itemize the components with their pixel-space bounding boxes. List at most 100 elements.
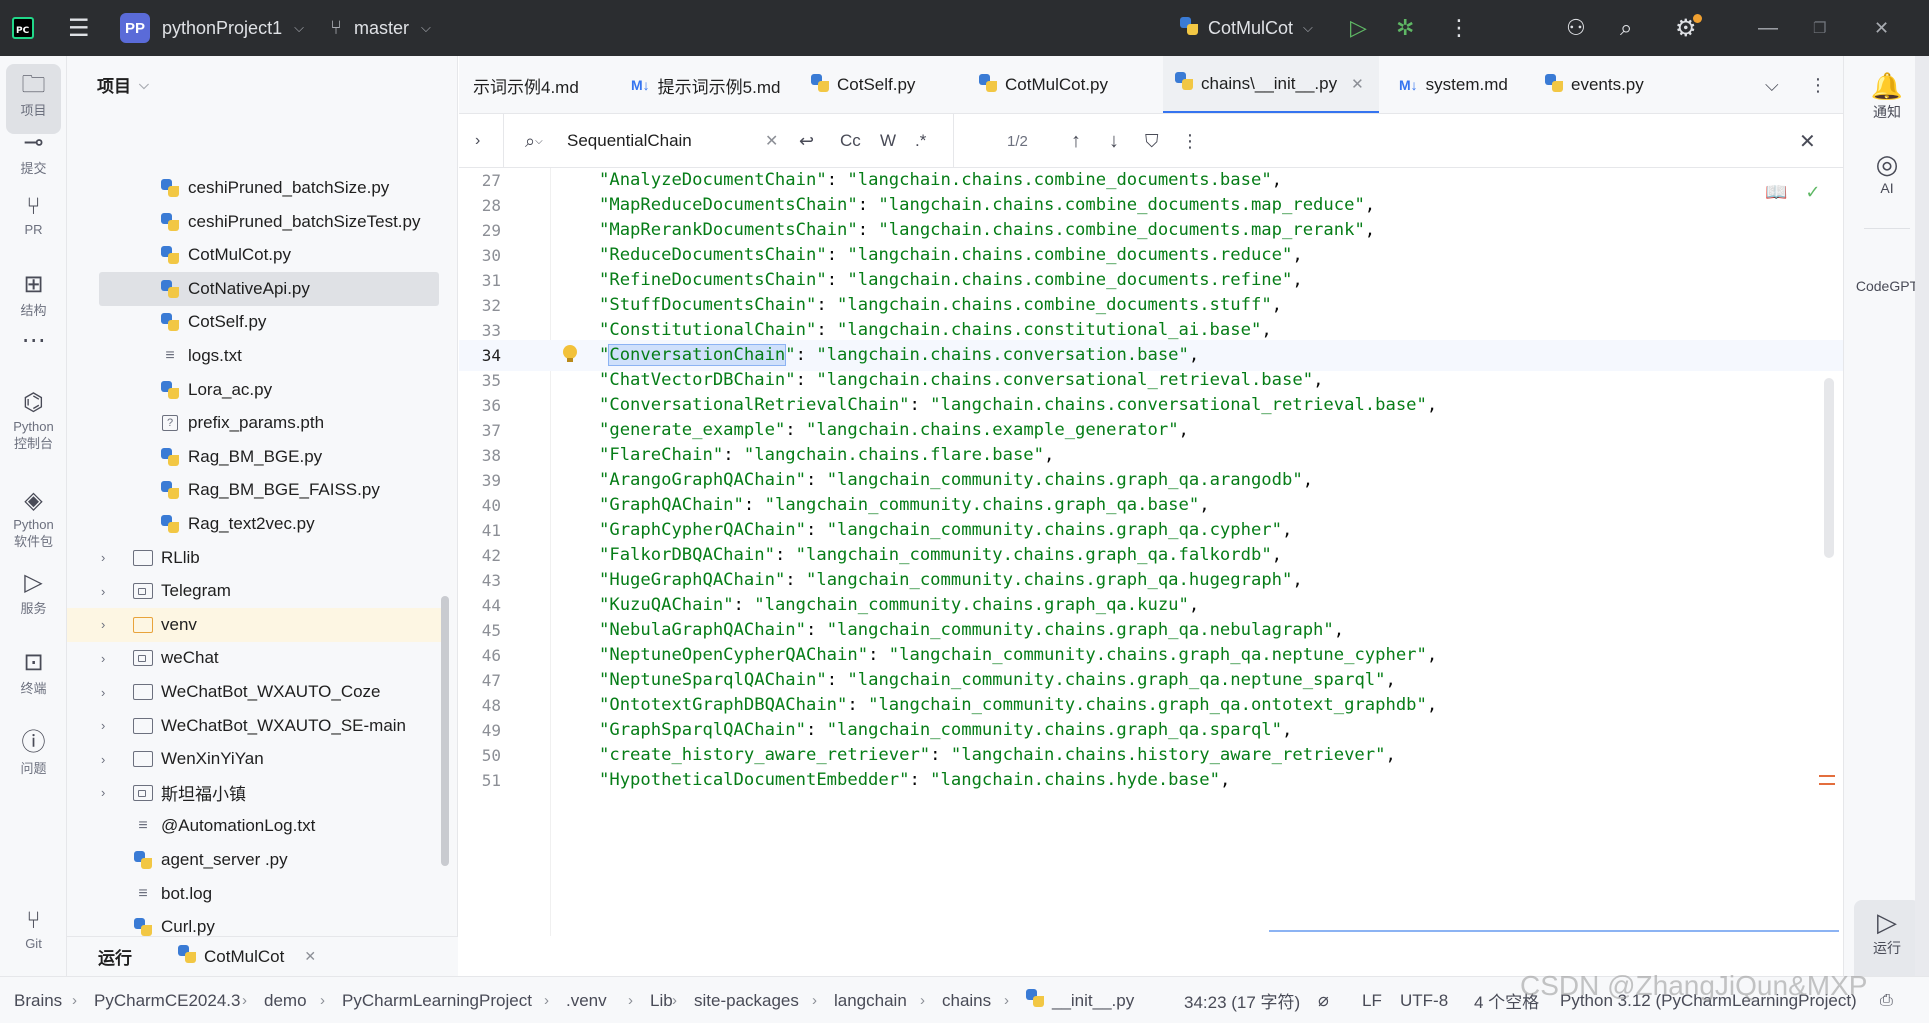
chevron-right-icon[interactable]: ›	[101, 617, 105, 632]
tree-item[interactable]: agent_server .py	[67, 843, 442, 877]
tool-terminal[interactable]: ⊡ 终端	[6, 648, 61, 697]
tool-problems[interactable]: ⓘ 问题	[6, 728, 61, 777]
sync-icon[interactable]: ⌀	[1318, 977, 1329, 1023]
debug-icon[interactable]: ✲	[1396, 0, 1414, 56]
tree-item[interactable]: › RLlib	[67, 541, 442, 575]
line-separator[interactable]: LF	[1362, 977, 1382, 1023]
editor-tab[interactable]: events.py	[1533, 56, 1653, 113]
tree-scrollbar[interactable]	[441, 596, 449, 866]
find-input[interactable]: SequentialChain	[567, 114, 692, 168]
tree-item[interactable]: ceshiPruned_batchSize.py	[67, 171, 442, 205]
tree-item[interactable]: › WeChatBot_WXAUTO_SE-main	[67, 709, 442, 743]
close-icon[interactable]: ✕	[1874, 0, 1889, 56]
run-config-selector[interactable]: CotMulCot ⌵	[1180, 0, 1313, 56]
tree-item[interactable]: ≡ logs.txt	[67, 339, 442, 373]
tool-python-packages[interactable]: ◈ Python 软件包	[6, 486, 61, 550]
project-panel-header[interactable]: 项目 ⌵	[97, 72, 149, 97]
run-tab-label[interactable]: CotMulCot	[204, 947, 284, 967]
reader-mode-icon[interactable]: 📖	[1765, 182, 1787, 203]
tree-item[interactable]: Rag_BM_BGE_FAISS.py	[67, 473, 442, 507]
branch-selector[interactable]: ⑂ master ⌵	[330, 0, 431, 56]
tree-item[interactable]: CotMulCot.py	[67, 238, 442, 272]
run-label[interactable]: 运行	[98, 944, 132, 969]
add-user-icon[interactable]: ⚇	[1566, 0, 1586, 56]
breadcrumb-item[interactable]: __init__.py	[1026, 977, 1134, 1023]
editor-tab[interactable]: M↓ system.md	[1387, 56, 1527, 113]
line-number[interactable]: 51	[459, 765, 501, 796]
chevron-right-icon[interactable]: ›	[101, 785, 105, 800]
tool-more[interactable]: ⋯	[6, 326, 61, 356]
tool-pull-requests[interactable]: ⑂ PR	[6, 192, 61, 237]
search-icon[interactable]: ⌕	[1620, 0, 1632, 56]
tree-item[interactable]: ≡ @AutomationLog.txt	[67, 809, 442, 843]
tool-services[interactable]: ▷ 服务	[6, 568, 61, 617]
editor-tab[interactable]: chains\__init__.py ✕	[1163, 56, 1379, 113]
chevron-right-icon[interactable]: ›	[101, 752, 105, 767]
gear-icon[interactable]: ⚙	[1675, 0, 1702, 56]
window-scrollbar[interactable]	[1915, 56, 1929, 976]
expand-replace-icon[interactable]: ›	[475, 114, 480, 168]
lock-icon[interactable]: ⎙	[1880, 977, 1893, 1023]
more-actions-icon[interactable]: ⋮	[1448, 0, 1470, 56]
tree-item[interactable]: › WenXinYiYan	[67, 742, 442, 776]
breadcrumb-item[interactable]: site-packages	[694, 977, 799, 1023]
tool-git[interactable]: ⑂ Git	[6, 906, 61, 951]
more-options-icon[interactable]: ⋮	[1181, 114, 1199, 168]
breadcrumb-item[interactable]: PyCharmCE2024.3	[94, 977, 240, 1023]
chevron-right-icon[interactable]: ›	[101, 685, 105, 700]
breadcrumb-item[interactable]: chains	[942, 977, 991, 1023]
close-tab-icon[interactable]: ✕	[1351, 75, 1364, 93]
clear-search-icon[interactable]: ✕	[765, 114, 778, 168]
tree-item[interactable]: Curl.py	[67, 910, 442, 936]
whole-words-toggle[interactable]: W	[880, 114, 896, 168]
editor-tab[interactable]: CotMulCot.py	[967, 56, 1147, 113]
editor-scrollbar[interactable]	[1824, 378, 1834, 558]
tool-structure[interactable]: ⊞ 结构	[6, 270, 61, 319]
tree-item[interactable]: Rag_text2vec.py	[67, 507, 442, 541]
chevron-right-icon[interactable]: ›	[101, 550, 105, 565]
tree-item[interactable]: CotSelf.py	[67, 305, 442, 339]
new-line-icon[interactable]: ↩	[799, 114, 814, 168]
editor-tab[interactable]: 示词示例4.md	[461, 56, 611, 113]
tree-item[interactable]: › venv	[67, 607, 442, 642]
tree-item[interactable]: › WeChatBot_WXAUTO_Coze	[67, 675, 442, 709]
tool-project[interactable]: 🗀 项目	[6, 64, 61, 134]
close-icon[interactable]: ✕	[304, 948, 316, 965]
tree-item[interactable]: Rag_BM_BGE.py	[67, 440, 442, 474]
editor-tab[interactable]: M↓ 提示词示例5.md	[619, 56, 789, 113]
tool-commit[interactable]: ⊸ 提交	[6, 128, 61, 177]
chevron-right-icon[interactable]: ›	[101, 584, 105, 599]
caret-position[interactable]: 34:23 (17 字符)	[1184, 977, 1300, 1023]
tree-item[interactable]: › weChat	[67, 641, 442, 675]
regex-toggle[interactable]: .*	[915, 114, 926, 168]
close-find-icon[interactable]: ✕	[1799, 114, 1816, 168]
tree-item[interactable]: ceshiPruned_batchSizeTest.py	[67, 205, 442, 239]
breadcrumb-item[interactable]: .venv	[566, 977, 607, 1023]
tree-item[interactable]: ≡ bot.log	[67, 877, 442, 911]
search-icon[interactable]: ⌕ ⌵	[525, 114, 543, 168]
tabs-more-icon[interactable]: ⋮	[1809, 56, 1827, 113]
breadcrumb-item[interactable]: PyCharmLearningProject	[342, 977, 532, 1023]
editor-tab[interactable]: CotSelf.py	[799, 56, 959, 113]
error-stripe-marker[interactable]	[1819, 775, 1835, 785]
tree-item[interactable]: Lora_ac.py	[67, 373, 442, 407]
tree-item[interactable]: ? prefix_params.pth	[67, 406, 442, 440]
chevron-right-icon[interactable]: ›	[101, 651, 105, 666]
breadcrumb-item[interactable]: Brains	[14, 977, 62, 1023]
match-case-toggle[interactable]: Cc	[840, 114, 861, 168]
main-menu-icon[interactable]: ☰	[68, 0, 98, 56]
chevron-right-icon[interactable]: ›	[101, 718, 105, 733]
minimize-icon[interactable]: —	[1758, 0, 1778, 56]
intention-bulb-icon[interactable]	[563, 345, 577, 363]
code-editor[interactable]: 27 "AnalyzeDocumentChain": "langchain.cha…	[459, 168, 1843, 936]
breadcrumb-item[interactable]: langchain	[834, 977, 907, 1023]
code-line[interactable]: 51 "HypotheticalDocumentEmbedder": "langc…	[459, 765, 1843, 796]
filter-icon[interactable]: ⛉	[1145, 114, 1159, 168]
tree-item[interactable]: CotNativeApi.py	[99, 271, 439, 306]
pycharm-logo-icon[interactable]: PC	[12, 0, 44, 56]
arrow-down-icon[interactable]: ↓	[1109, 114, 1119, 168]
run-icon[interactable]: ▷	[1350, 0, 1367, 56]
file-encoding[interactable]: UTF-8	[1400, 977, 1448, 1023]
breadcrumb-item[interactable]: Lib	[650, 977, 673, 1023]
project-selector[interactable]: PP pythonProject1 ⌵	[120, 0, 304, 56]
